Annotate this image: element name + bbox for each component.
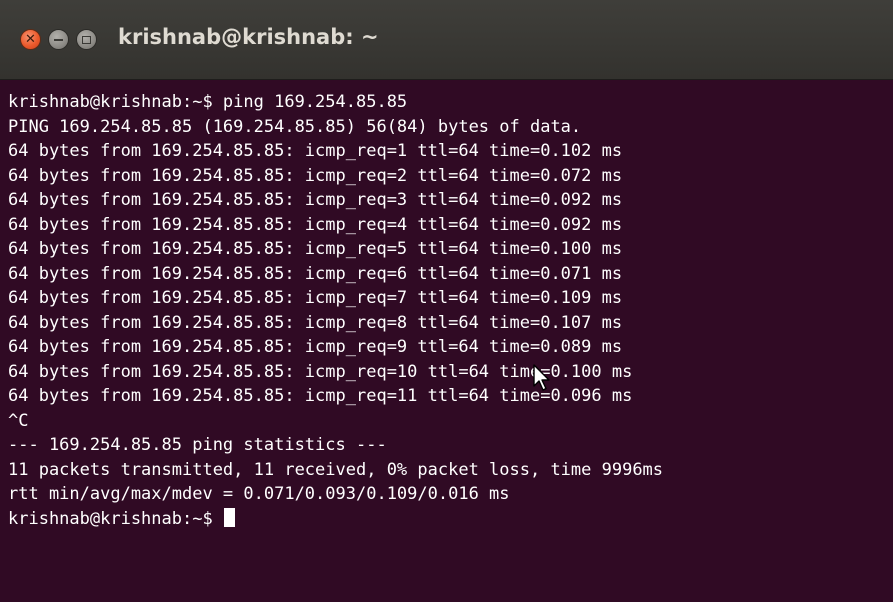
terminal-window: ✕ krishnab@krishnab: ~ krishnab@krishnab… [0, 0, 893, 602]
text-cursor [223, 507, 235, 527]
window-title: krishnab@krishnab: ~ [118, 25, 379, 49]
terminal-line: PING 169.254.85.85 (169.254.85.85) 56(84… [8, 116, 582, 137]
terminal-line: 64 bytes from 169.254.85.85: icmp_req=11… [8, 386, 633, 406]
terminal-output[interactable]: krishnab@krishnab:~$ ping 169.254.85.85 … [0, 80, 893, 602]
terminal-line: 64 bytes from 169.254.85.85: icmp_req=9 … [8, 337, 623, 357]
prompt-line[interactable]: krishnab@krishnab:~$ [8, 507, 893, 532]
terminal-line: 64 bytes from 169.254.85.85: icmp_req=4 … [8, 214, 623, 235]
minimize-button[interactable] [48, 29, 69, 50]
terminal-line: --- 169.254.85.85 ping statistics --- [8, 435, 387, 455]
terminal-line: 64 bytes from 169.254.85.85: icmp_req=10… [8, 361, 633, 382]
terminal-line: krishnab@krishnab:~$ ping 169.254.85.85 [8, 92, 408, 112]
maximize-icon [82, 35, 91, 44]
terminal-line: 11 packets transmitted, 11 received, 0% … [8, 459, 664, 480]
terminal-line: 64 bytes from 169.254.85.85: icmp_req=1 … [8, 141, 623, 161]
close-icon: ✕ [25, 32, 36, 47]
minimize-icon [54, 38, 63, 41]
maximize-button[interactable] [76, 29, 97, 50]
close-button[interactable]: ✕ [20, 29, 41, 50]
terminal-line: 64 bytes from 169.254.85.85: icmp_req=2 … [8, 165, 623, 186]
terminal-line: 64 bytes from 169.254.85.85: icmp_req=7 … [8, 288, 623, 308]
terminal-line: 64 bytes from 169.254.85.85: icmp_req=8 … [8, 312, 623, 333]
title-bar[interactable]: ✕ krishnab@krishnab: ~ [0, 0, 893, 80]
shell-prompt: krishnab@krishnab:~$ [8, 508, 223, 529]
mouse-pointer-icon [533, 364, 550, 391]
terminal-line: rtt min/avg/max/mdev = 0.071/0.093/0.109… [8, 484, 510, 504]
terminal-line: 64 bytes from 169.254.85.85: icmp_req=5 … [8, 239, 623, 259]
terminal-line: 64 bytes from 169.254.85.85: icmp_req=3 … [8, 190, 623, 210]
terminal-line: ^C [8, 410, 29, 431]
terminal-line: 64 bytes from 169.254.85.85: icmp_req=6 … [8, 263, 623, 284]
